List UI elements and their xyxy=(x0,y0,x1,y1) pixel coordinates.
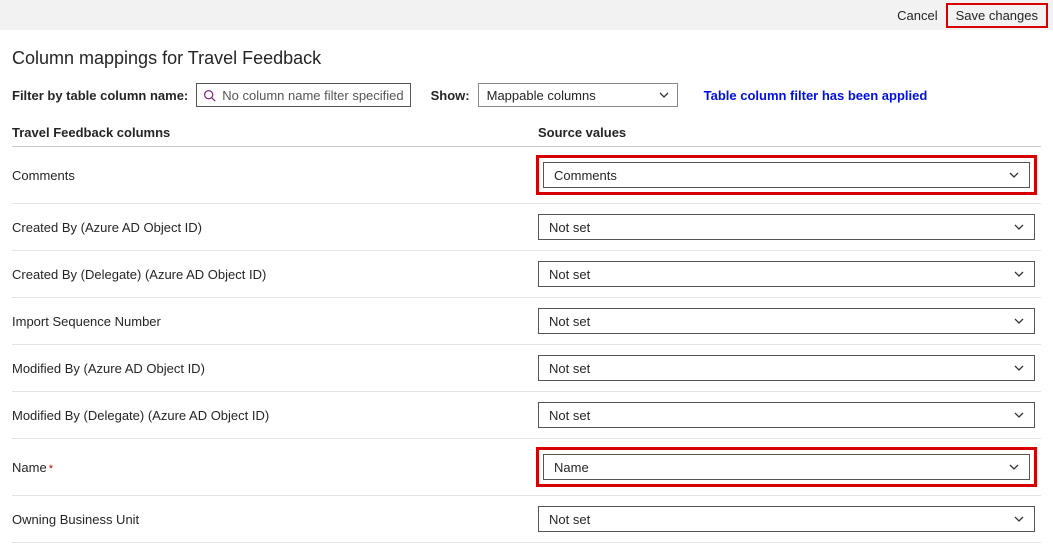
filter-input[interactable]: No column name filter specified xyxy=(196,83,410,107)
column-label: Owning Business Unit xyxy=(12,512,139,527)
show-select[interactable]: Mappable columns xyxy=(478,83,678,107)
save-changes-button[interactable]: Save changes xyxy=(946,3,1048,28)
source-value-select[interactable]: Name xyxy=(543,454,1030,480)
header-right: Source values xyxy=(532,125,626,140)
chevron-down-icon xyxy=(1014,410,1024,420)
source-value-text: Not set xyxy=(549,512,590,527)
column-label: Name xyxy=(12,460,47,475)
chevron-down-icon xyxy=(1014,222,1024,232)
column-label: Created By (Delegate) (Azure AD Object I… xyxy=(12,267,266,282)
source-value-select[interactable]: Not set xyxy=(538,308,1035,334)
chevron-down-icon xyxy=(1009,170,1019,180)
mapping-row: Created By (Delegate) (Azure AD Object I… xyxy=(12,251,1041,298)
top-toolbar: Cancel Save changes xyxy=(0,0,1053,30)
column-label: Import Sequence Number xyxy=(12,314,161,329)
source-value-text: Not set xyxy=(549,267,590,282)
source-value-select[interactable]: Not set xyxy=(538,261,1035,287)
source-value-text: Name xyxy=(554,460,589,475)
filter-status: Table column filter has been applied xyxy=(704,88,928,103)
mapping-row: Modified By (Delegate) (Azure AD Object … xyxy=(12,392,1041,439)
filter-label: Filter by table column name: xyxy=(12,88,188,103)
source-value-text: Not set xyxy=(549,220,590,235)
chevron-down-icon xyxy=(1014,514,1024,524)
source-value-select[interactable]: Not set xyxy=(538,402,1035,428)
mapping-row: Import Sequence Number Not set xyxy=(12,298,1041,345)
chevron-down-icon xyxy=(1014,269,1024,279)
source-value-select[interactable]: Not set xyxy=(538,506,1035,532)
source-value-select[interactable]: Not set xyxy=(538,214,1035,240)
column-label: Created By (Azure AD Object ID) xyxy=(12,220,202,235)
page-title: Column mappings for Travel Feedback xyxy=(12,48,1041,69)
column-label: Comments xyxy=(12,168,75,183)
column-label: Modified By (Delegate) (Azure AD Object … xyxy=(12,408,269,423)
search-icon xyxy=(203,89,216,102)
source-value-text: Not set xyxy=(549,361,590,376)
mapping-row: Comments Comments xyxy=(12,147,1041,204)
chevron-down-icon xyxy=(1014,363,1024,373)
source-value-select[interactable]: Comments xyxy=(543,162,1030,188)
source-value-select[interactable]: Not set xyxy=(538,355,1035,381)
source-value-text: Not set xyxy=(549,408,590,423)
mapping-row: Owning Business Unit Not set xyxy=(12,496,1041,543)
show-select-value: Mappable columns xyxy=(487,88,596,103)
cancel-button[interactable]: Cancel xyxy=(889,5,945,26)
column-label: Modified By (Azure AD Object ID) xyxy=(12,361,205,376)
source-value-text: Not set xyxy=(549,314,590,329)
chevron-down-icon xyxy=(1014,316,1024,326)
mapping-row: Modified By (Azure AD Object ID) Not set xyxy=(12,345,1041,392)
column-headers: Travel Feedback columns Source values xyxy=(12,125,1041,147)
mapping-row: Created By (Azure AD Object ID) Not set xyxy=(12,204,1041,251)
chevron-down-icon xyxy=(1009,462,1019,472)
show-label: Show: xyxy=(431,88,470,103)
required-indicator: * xyxy=(49,463,53,475)
chevron-down-icon xyxy=(659,90,669,100)
header-left: Travel Feedback columns xyxy=(12,125,170,140)
filter-bar: Filter by table column name: No column n… xyxy=(12,83,1041,107)
filter-placeholder: No column name filter specified xyxy=(222,88,403,103)
mapping-row: Name*Name xyxy=(12,439,1041,496)
source-value-text: Comments xyxy=(554,168,617,183)
